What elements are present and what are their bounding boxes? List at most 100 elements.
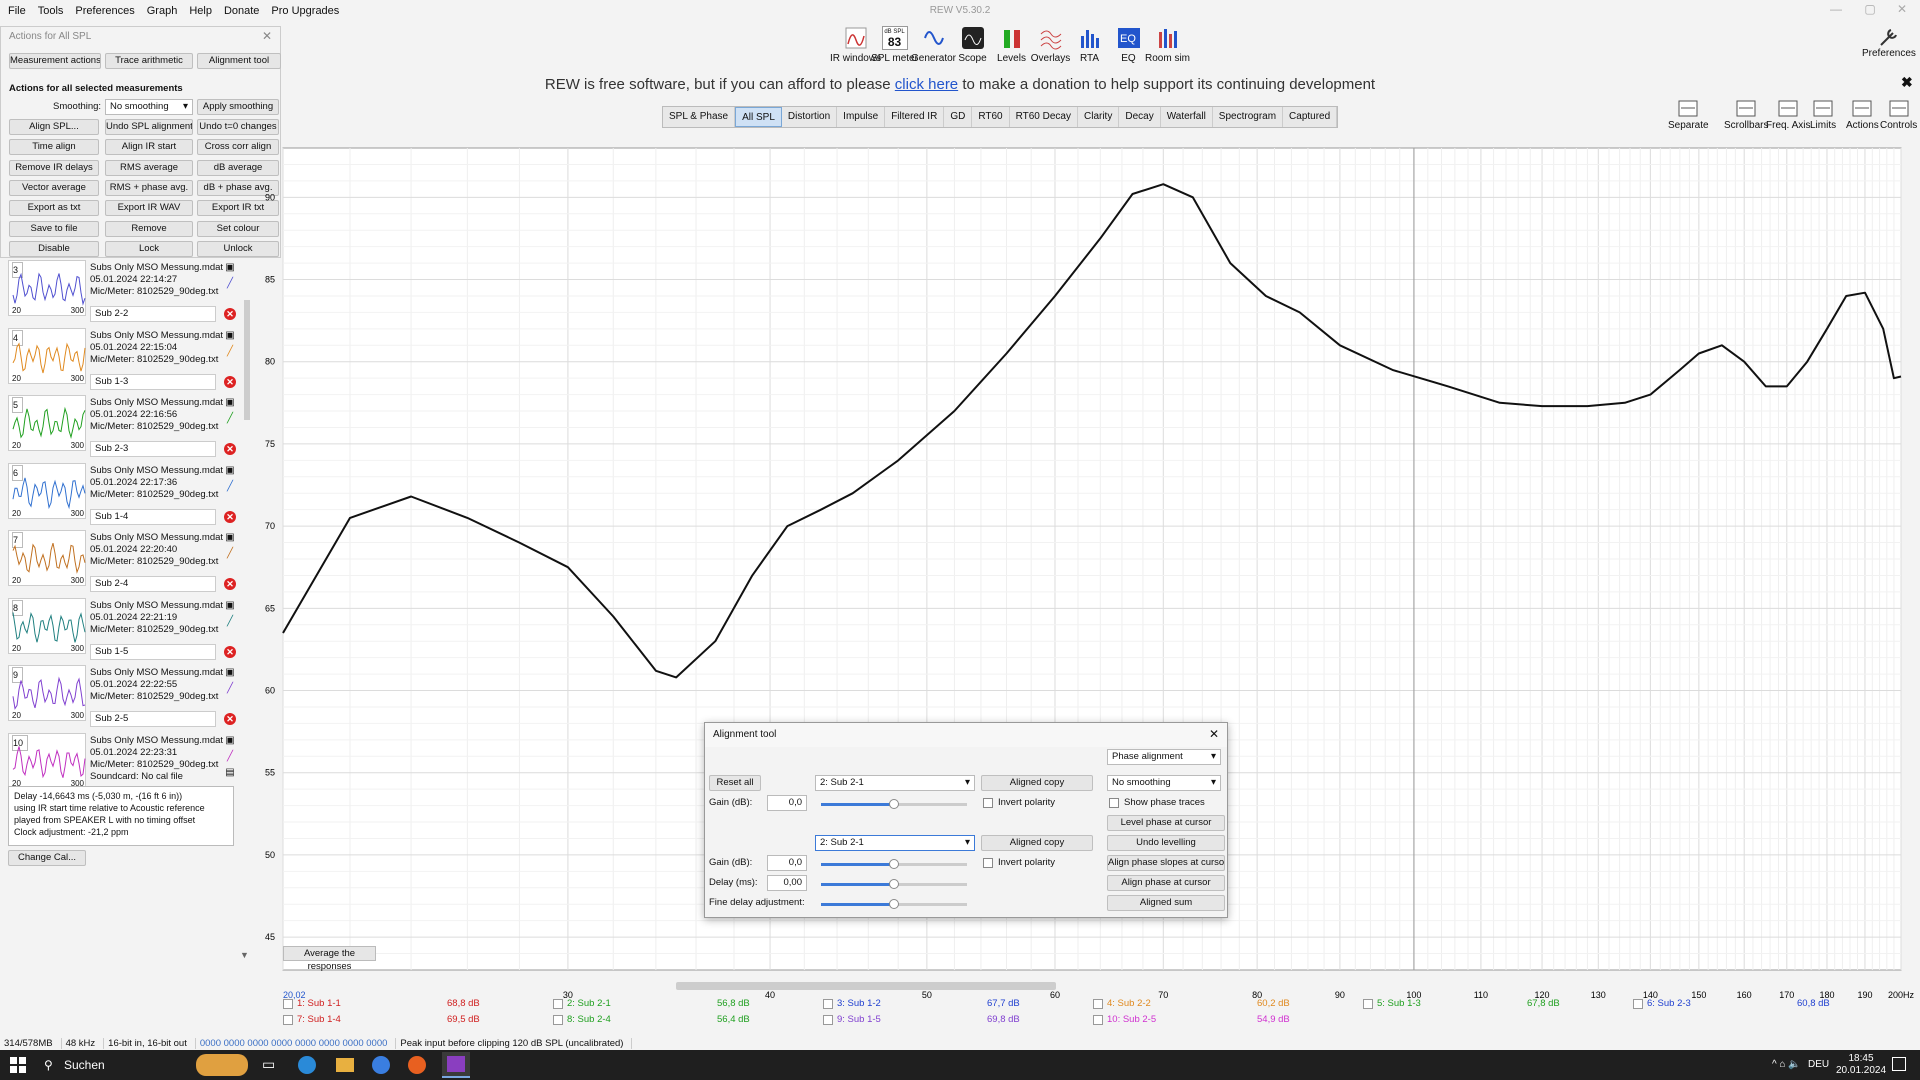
trace-colour-icon[interactable]: ╱ bbox=[224, 413, 236, 425]
close-icon[interactable]: ✕ bbox=[1209, 727, 1219, 741]
search-icon[interactable]: ⚲ bbox=[44, 1058, 53, 1072]
minimize-icon[interactable]: — bbox=[1824, 2, 1848, 16]
align-ir-start-button[interactable]: Align IR start bbox=[105, 139, 193, 156]
delete-icon[interactable]: ✕ bbox=[224, 645, 236, 658]
level-phase-button[interactable]: Level phase at cursor bbox=[1107, 815, 1225, 831]
measurement-entry[interactable]: 9 20 300 Subs Only MSO Messung.mdat 05.01.20… bbox=[6, 665, 236, 731]
legend-checkbox[interactable] bbox=[1093, 998, 1103, 1009]
lock-icon[interactable]: ▣ bbox=[224, 397, 236, 409]
legend-entry[interactable]: 3: Sub 1-2 67,7 dB bbox=[823, 998, 1083, 1009]
tab-spectrogram[interactable]: Spectrogram bbox=[1213, 107, 1284, 127]
menu-tools[interactable]: Tools bbox=[38, 5, 64, 17]
actions-button[interactable]: Actions bbox=[1846, 98, 1879, 131]
scrollbars-button[interactable]: Scrollbars bbox=[1724, 98, 1768, 131]
disable-button[interactable]: Disable bbox=[9, 240, 99, 257]
rms-phase-avg-button[interactable]: RMS + phase avg. bbox=[105, 179, 193, 196]
measurement-1-select[interactable]: 2: Sub 2-1 bbox=[815, 775, 975, 791]
explorer-icon[interactable] bbox=[336, 1058, 354, 1072]
measurement-thumbnail[interactable]: 4 20 300 bbox=[8, 327, 86, 384]
delete-icon[interactable]: ✕ bbox=[224, 578, 236, 590]
scrollbar[interactable] bbox=[244, 300, 250, 420]
measurement-thumbnail[interactable]: 9 20 300 bbox=[8, 665, 86, 721]
taskbar-search[interactable]: Suchen bbox=[64, 1058, 105, 1072]
lock-icon[interactable]: ▣ bbox=[224, 600, 236, 612]
measurement-entry[interactable]: 6 20 300 Subs Only MSO Messung.mdat 05.01.20… bbox=[6, 462, 236, 529]
tab-captured[interactable]: Captured bbox=[1283, 107, 1338, 127]
tab-spl-phase[interactable]: SPL & Phase bbox=[663, 107, 736, 127]
average-responses-button[interactable]: Average the responses bbox=[283, 946, 376, 972]
rms-average-button[interactable]: RMS average bbox=[105, 159, 193, 176]
gain-slider-1[interactable] bbox=[821, 799, 967, 809]
gain-field-2[interactable]: 0,0 bbox=[767, 855, 807, 871]
tab-impulse[interactable]: Impulse bbox=[837, 107, 886, 127]
apply-smoothing-button[interactable]: Apply smoothing bbox=[197, 99, 279, 115]
menu-pro-upgrades[interactable]: Pro Upgrades bbox=[271, 5, 339, 17]
db-average-button[interactable]: dB average bbox=[197, 159, 279, 176]
toolbar-eq[interactable]: EQ EQ bbox=[1109, 26, 1148, 68]
actions-tab-trace-arithmetic[interactable]: Trace arithmetic bbox=[105, 53, 193, 69]
measurement-thumbnail[interactable]: 6 20 300 bbox=[8, 462, 86, 519]
measurement-thumbnail[interactable]: 10 20 300 bbox=[8, 732, 86, 789]
legend-entry[interactable]: 5: Sub 1-3 67,8 dB bbox=[1363, 998, 1623, 1009]
menu-donate[interactable]: Donate bbox=[224, 5, 259, 17]
legend-checkbox[interactable] bbox=[1363, 998, 1373, 1009]
delete-icon[interactable]: ✕ bbox=[224, 510, 236, 523]
vector-average-button[interactable]: Vector average bbox=[9, 179, 99, 196]
legend-entry[interactable]: 4: Sub 2-2 60,2 dB bbox=[1093, 998, 1353, 1009]
delay-field[interactable]: 0,00 bbox=[767, 875, 807, 891]
trace-colour-icon[interactable]: ╱ bbox=[224, 616, 236, 628]
lock-icon[interactable]: ▣ bbox=[224, 262, 236, 274]
delete-icon[interactable]: ✕ bbox=[224, 375, 236, 388]
measurement-name-field[interactable]: Sub 2-4 bbox=[90, 576, 216, 592]
align-phase-button[interactable]: Align phase at cursor bbox=[1107, 875, 1225, 891]
tray-icons[interactable]: ^ ⌂ 🔈 bbox=[1772, 1059, 1801, 1070]
aligned-sum-button[interactable]: Aligned sum bbox=[1107, 895, 1225, 911]
save-to-file-button[interactable]: Save to file bbox=[9, 220, 99, 237]
legend-entry[interactable]: 2: Sub 2-1 56,8 dB bbox=[553, 998, 813, 1009]
tab-gd[interactable]: GD bbox=[944, 107, 973, 127]
undo-t-0-changes-button[interactable]: Undo t=0 changes bbox=[197, 119, 279, 135]
tab-rt60-decay[interactable]: RT60 Decay bbox=[1010, 107, 1078, 127]
delete-icon[interactable]: ✕ bbox=[224, 443, 236, 455]
export-ir-txt-button[interactable]: Export IR txt bbox=[197, 200, 279, 217]
align-phase-slopes-button[interactable]: Align phase slopes at cursor bbox=[1107, 855, 1225, 871]
trace-colour-icon[interactable]: ╱ bbox=[224, 278, 236, 290]
trace-colour-icon[interactable]: ╱ bbox=[224, 481, 236, 493]
separate-button[interactable]: Separate bbox=[1668, 98, 1709, 131]
legend-checkbox[interactable] bbox=[823, 1014, 833, 1025]
limits-button[interactable]: Limits bbox=[1810, 98, 1836, 131]
measurement-name-field[interactable]: Sub 1-5 bbox=[90, 643, 216, 660]
task-view-icon[interactable]: ▭ bbox=[262, 1056, 275, 1073]
lock-button[interactable]: Lock bbox=[105, 240, 193, 257]
legend-checkbox[interactable] bbox=[553, 1014, 563, 1025]
windows-start-icon[interactable] bbox=[10, 1057, 26, 1073]
toolbar-room-sim[interactable]: Room sim bbox=[1145, 26, 1190, 68]
close-banner-icon[interactable]: ✖ bbox=[1901, 74, 1913, 91]
language[interactable]: DEU bbox=[1808, 1059, 1829, 1070]
firefox-icon[interactable] bbox=[408, 1056, 426, 1074]
change-cal-button[interactable]: Change Cal... bbox=[8, 850, 86, 866]
legend-checkbox[interactable] bbox=[1633, 998, 1643, 1009]
delete-icon[interactable]: ✕ bbox=[224, 308, 236, 320]
undo-spl-alignment-button[interactable]: Undo SPL alignment bbox=[105, 119, 193, 135]
measurement-entry[interactable]: 4 20 300 Subs Only MSO Messung.mdat 05.01.20… bbox=[6, 327, 236, 394]
legend-checkbox[interactable] bbox=[283, 998, 293, 1009]
legend-entry[interactable]: 9: Sub 1-5 69,8 dB bbox=[823, 1014, 1083, 1025]
notification-icon[interactable] bbox=[1892, 1057, 1906, 1071]
measurement-entry[interactable]: 8 20 300 Subs Only MSO Messung.mdat 05.01.20… bbox=[6, 597, 236, 664]
toolbar-overlays[interactable]: Overlays bbox=[1031, 26, 1070, 68]
aligned-copy-button-1[interactable]: Aligned copy bbox=[981, 775, 1093, 791]
measurement-name-field[interactable]: Sub 2-2 bbox=[90, 306, 216, 322]
measurement-name-field[interactable]: Sub 1-4 bbox=[90, 508, 216, 525]
donation-link[interactable]: click here bbox=[895, 76, 958, 93]
invert-polarity-1[interactable]: Invert polarity bbox=[983, 797, 1055, 808]
cross-corr-align-button[interactable]: Cross corr align bbox=[197, 139, 279, 156]
measurement-entry[interactable]: 7 20 300 Subs Only MSO Messung.mdat 05.01.20… bbox=[6, 530, 236, 596]
measurement-thumbnail[interactable]: 7 20 300 bbox=[8, 530, 86, 586]
tab-distortion[interactable]: Distortion bbox=[782, 107, 838, 127]
chrome-icon[interactable] bbox=[372, 1056, 390, 1074]
gain-slider-2[interactable] bbox=[821, 859, 967, 869]
legend-checkbox[interactable] bbox=[553, 998, 563, 1009]
legend-checkbox[interactable] bbox=[823, 998, 833, 1009]
legend-entry[interactable]: 6: Sub 2-3 60,8 dB bbox=[1633, 998, 1893, 1009]
